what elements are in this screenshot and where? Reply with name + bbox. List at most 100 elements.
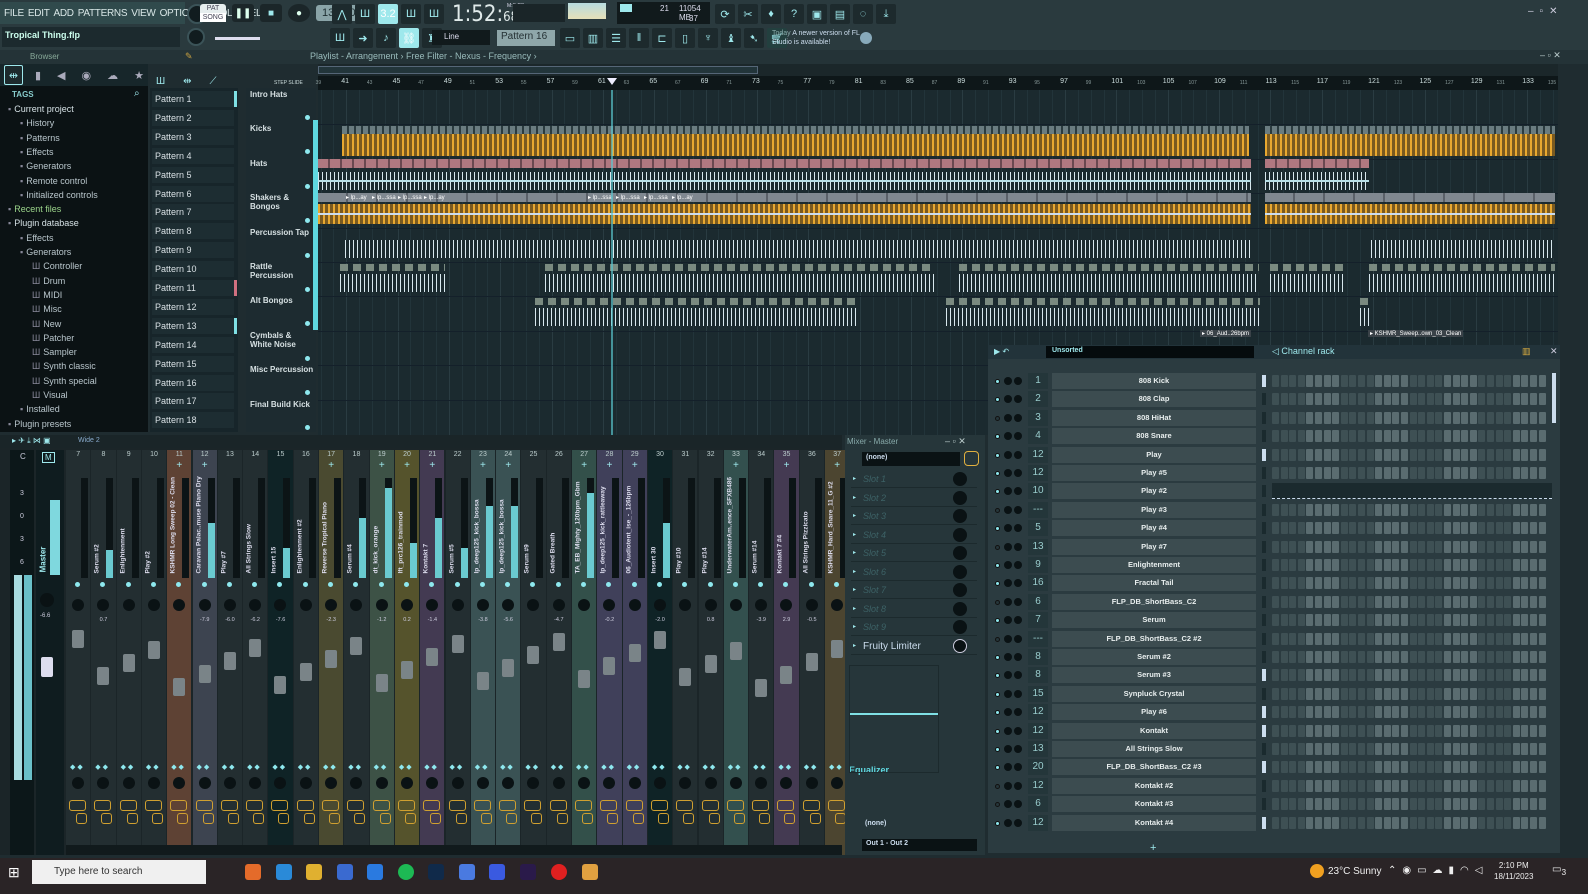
step-button[interactable] xyxy=(1281,780,1288,792)
mixer-insert[interactable]: 11+KSHMR Long Sweep 02 - Clean◆ ◆ xyxy=(167,450,191,855)
insert-fader[interactable] xyxy=(780,666,792,684)
step-button[interactable] xyxy=(1496,669,1503,681)
channel-mixer-track[interactable]: --- xyxy=(1028,631,1048,647)
channel-name-button[interactable]: 808 Kick xyxy=(1052,373,1256,389)
channel-row[interactable]: 7Serum xyxy=(988,612,1560,629)
channel-row[interactable]: 8Serum #3 xyxy=(988,667,1560,684)
channel-row[interactable]: 4808 Snare xyxy=(988,428,1560,445)
channel-volume-knob[interactable] xyxy=(1014,506,1022,514)
insert-fader[interactable] xyxy=(477,672,489,690)
step-button[interactable] xyxy=(1306,633,1313,645)
step-button[interactable] xyxy=(1539,504,1546,516)
step-button[interactable] xyxy=(1521,577,1528,589)
insert-mute-button[interactable] xyxy=(834,582,839,587)
step-button[interactable] xyxy=(1298,614,1305,626)
step-button[interactable] xyxy=(1315,614,1322,626)
mixer-insert[interactable]: 19+dt_kick_orange-1.2◆ ◆ xyxy=(370,450,394,855)
samples-tab-icon[interactable]: ◉ xyxy=(78,69,96,82)
step-button[interactable] xyxy=(1427,541,1434,553)
step-button[interactable] xyxy=(1461,633,1468,645)
channel-select[interactable] xyxy=(1262,633,1266,645)
channel-volume-knob[interactable] xyxy=(1014,782,1022,790)
step-button[interactable] xyxy=(1349,817,1356,829)
step-button[interactable] xyxy=(1341,669,1348,681)
step-button[interactable] xyxy=(1315,651,1322,663)
channel-volume-knob[interactable] xyxy=(1014,395,1022,403)
pattern-item[interactable]: Pattern 4 xyxy=(152,148,234,164)
insert-mute-button[interactable] xyxy=(581,582,586,587)
channel-row[interactable]: 1808 Kick xyxy=(988,373,1560,390)
step-button[interactable] xyxy=(1384,633,1391,645)
insert-route-button[interactable] xyxy=(658,813,669,824)
app-icon[interactable] xyxy=(459,864,475,880)
step-button[interactable] xyxy=(1289,743,1296,755)
step-button[interactable] xyxy=(1298,467,1305,479)
step-button[interactable] xyxy=(1349,559,1356,571)
insert-route-button[interactable] xyxy=(557,813,568,824)
track-label[interactable]: Kicks xyxy=(250,124,314,133)
channel-row[interactable]: 3808 HiHat xyxy=(988,410,1560,427)
step-button[interactable] xyxy=(1281,633,1288,645)
browser-item[interactable]: ШMisc xyxy=(32,304,62,314)
channel-pan-knob[interactable] xyxy=(1004,395,1012,403)
step-button[interactable] xyxy=(1470,596,1477,608)
step-button[interactable] xyxy=(1384,651,1391,663)
step-button[interactable] xyxy=(1298,596,1305,608)
insert-mute-button[interactable] xyxy=(632,582,637,587)
insert-mute-button[interactable] xyxy=(708,582,713,587)
step-button[interactable] xyxy=(1435,651,1442,663)
insert-send-button[interactable] xyxy=(702,800,719,811)
step-button[interactable] xyxy=(1298,449,1305,461)
step-button[interactable] xyxy=(1324,817,1331,829)
overview-window[interactable] xyxy=(318,66,758,74)
channel-filter-select[interactable]: Unsorted xyxy=(1046,346,1254,358)
insert-fader[interactable] xyxy=(401,661,413,679)
step-button[interactable] xyxy=(1487,596,1494,608)
step-button[interactable] xyxy=(1478,798,1485,810)
stop-button[interactable]: ■ xyxy=(260,4,282,22)
insert-send-button[interactable] xyxy=(499,800,516,811)
mixer-insert[interactable]: 34Serum #14-3.9◆ ◆ xyxy=(749,450,773,855)
files-tab-icon[interactable]: ▮ xyxy=(31,69,45,82)
step-button[interactable] xyxy=(1298,504,1305,516)
browser-item[interactable]: ▪Generators xyxy=(20,161,71,171)
step-button[interactable] xyxy=(1401,393,1408,405)
insert-send-button[interactable] xyxy=(145,800,162,811)
step-button[interactable] xyxy=(1306,651,1313,663)
edge-icon[interactable] xyxy=(276,864,292,880)
insert-pan-knob[interactable] xyxy=(603,599,615,611)
browser-item[interactable]: ШVisual xyxy=(32,390,68,400)
piano-icon[interactable]: Ш xyxy=(330,28,350,48)
channel-mute-led[interactable] xyxy=(995,710,1000,715)
mixer-insert[interactable]: 10Play #2◆ ◆ xyxy=(142,450,166,855)
step-button[interactable] xyxy=(1427,522,1434,534)
track-mute-button[interactable] xyxy=(305,218,310,223)
step-button[interactable] xyxy=(1341,743,1348,755)
channel-row[interactable]: 2808 Clap xyxy=(988,391,1560,408)
insert-pan-knob[interactable] xyxy=(148,599,160,611)
step-button[interactable] xyxy=(1375,393,1382,405)
step-button[interactable] xyxy=(1306,467,1313,479)
step-button[interactable] xyxy=(1418,541,1425,553)
step-button[interactable] xyxy=(1496,522,1503,534)
opera-icon[interactable] xyxy=(551,864,567,880)
insert-fader[interactable] xyxy=(806,653,818,671)
step-button[interactable] xyxy=(1341,798,1348,810)
step-button[interactable] xyxy=(1272,614,1279,626)
step-button[interactable] xyxy=(1504,817,1511,829)
channel-select[interactable] xyxy=(1262,688,1266,700)
step-button[interactable] xyxy=(1539,761,1546,773)
channel-mute-led[interactable] xyxy=(995,545,1000,550)
step-button[interactable] xyxy=(1444,688,1451,700)
step-button[interactable] xyxy=(1349,633,1356,645)
channel-mixer-track[interactable]: 15 xyxy=(1028,686,1048,702)
insert-route-button[interactable] xyxy=(759,813,770,824)
step-button[interactable] xyxy=(1367,633,1374,645)
step-button[interactable] xyxy=(1427,375,1434,387)
step-button[interactable] xyxy=(1384,559,1391,571)
insert-pan-knob[interactable] xyxy=(224,599,236,611)
step-button[interactable] xyxy=(1470,761,1477,773)
channel-select[interactable] xyxy=(1262,393,1266,405)
fx-mix-knob[interactable] xyxy=(953,546,967,560)
step-button[interactable] xyxy=(1392,449,1399,461)
